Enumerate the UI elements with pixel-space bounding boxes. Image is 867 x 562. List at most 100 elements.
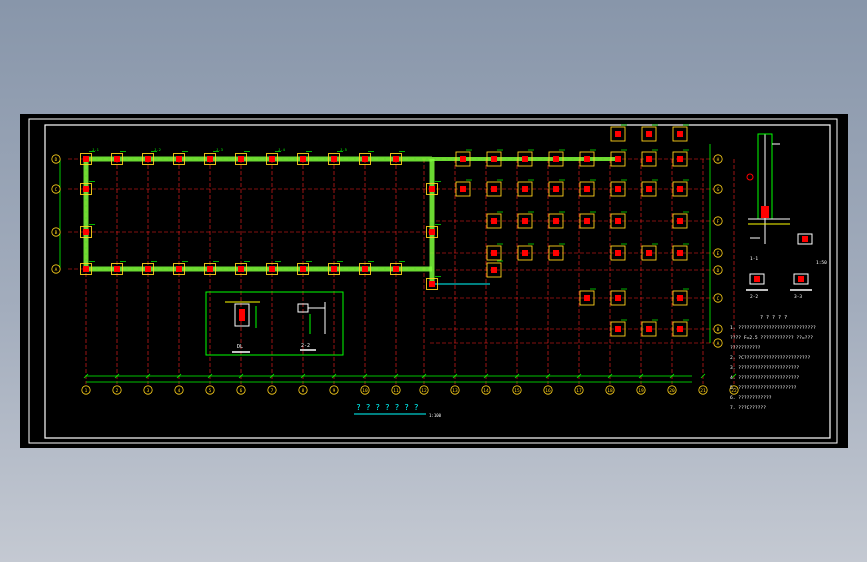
note-line-2: ???? F=2.5 ???????????? ??=??? bbox=[730, 335, 813, 341]
design-notes: ? ? ? ? ? 1. ???????????????????????????… bbox=[730, 315, 816, 411]
axis-label-bottom-12: 12 bbox=[421, 388, 427, 394]
axis-label-bottom-3: 3 bbox=[147, 388, 150, 394]
axis-label-left-3: B bbox=[55, 230, 58, 236]
axis-label-bottom-13: 13 bbox=[452, 388, 458, 394]
column-41 bbox=[615, 186, 621, 192]
column-28 bbox=[460, 156, 466, 162]
dimension-lines bbox=[59, 144, 737, 383]
axis-label-bottom-16: 16 bbox=[545, 388, 551, 394]
drawing-title: ? ? ? ? ? ? ? bbox=[356, 403, 419, 412]
section-label-3: 2-2 bbox=[750, 294, 758, 300]
column-13 bbox=[269, 156, 275, 162]
axis-label-right-7: B bbox=[717, 327, 720, 333]
footing-type-label-4: J-4 bbox=[278, 147, 286, 152]
note-line-4: 2. ?C???????????????????????? bbox=[730, 355, 810, 361]
drawing-title-block: ? ? ? ? ? ? ? 1:100 bbox=[354, 403, 442, 418]
cad-drawing[interactable]: 1 2 3 4 5 6 7 8 9 10 11 12 13 14 15 16 17 18 19 20 21 22DCBAH… bbox=[20, 114, 848, 448]
column-61 bbox=[646, 326, 652, 332]
column-22 bbox=[393, 266, 399, 272]
axis-label-right-6: C bbox=[717, 296, 720, 302]
axis-label-right-3: F bbox=[717, 219, 720, 225]
column-42 bbox=[646, 186, 652, 192]
axis-label-right-1: H bbox=[717, 157, 720, 163]
axis-label-bottom-4: 4 bbox=[178, 388, 181, 394]
column-34 bbox=[646, 156, 652, 162]
axis-label-bottom-5: 5 bbox=[209, 388, 212, 394]
column-2 bbox=[83, 266, 89, 272]
column-57 bbox=[584, 295, 590, 301]
note-line-8: 6. ???????????? bbox=[730, 395, 772, 401]
column-56 bbox=[491, 267, 497, 273]
column-19 bbox=[362, 156, 368, 162]
column-49 bbox=[677, 218, 683, 224]
column-10 bbox=[207, 266, 213, 272]
cad-viewport[interactable]: 1 2 3 4 5 6 7 8 9 10 11 12 13 14 15 16 17 18 19 20 21 22 D C B A H… bbox=[20, 114, 848, 448]
axis-label-bottom-15: 15 bbox=[514, 388, 520, 394]
note-line-1: 1. ???????????????????????????? bbox=[730, 325, 816, 331]
column-8 bbox=[176, 266, 182, 272]
column-31 bbox=[553, 156, 559, 162]
footing-type-label-2: J-2 bbox=[154, 147, 161, 152]
column-27 bbox=[429, 281, 435, 287]
column-64 bbox=[646, 131, 652, 137]
column-26 bbox=[429, 229, 435, 235]
section-label-1: 1-1 bbox=[750, 256, 758, 262]
axis-label-bottom-19: 19 bbox=[638, 388, 644, 394]
axis-label-bottom-2: 2 bbox=[116, 388, 119, 394]
column-33 bbox=[615, 156, 621, 162]
column-36 bbox=[460, 186, 466, 192]
column-21 bbox=[393, 156, 399, 162]
footing-type-label-1: J-1 bbox=[92, 147, 100, 152]
detail-label-b: 2-2 bbox=[301, 343, 310, 349]
column-17 bbox=[331, 156, 337, 162]
axis-label-bottom-21: 21 bbox=[700, 388, 706, 394]
detail-label-a: DL bbox=[237, 344, 243, 350]
column-53 bbox=[615, 250, 621, 256]
axis-label-right-2: G bbox=[717, 187, 720, 193]
column-59 bbox=[677, 295, 683, 301]
note-line-5: 3. ?????????????????????? bbox=[730, 365, 799, 371]
detail-box: DL 2-2 bbox=[205, 291, 344, 356]
column-50 bbox=[491, 250, 497, 256]
axis-label-bottom-6: 6 bbox=[240, 388, 243, 394]
footing-type-label-3: J-3 bbox=[216, 147, 223, 152]
axis-label-bottom-10: 10 bbox=[362, 388, 368, 394]
axis-label-left-1: D bbox=[55, 157, 58, 163]
axis-label-bottom-17: 17 bbox=[576, 388, 582, 394]
axis-label-right-5: D bbox=[717, 268, 720, 274]
foundation-walls bbox=[83, 156, 620, 285]
axis-label-bottom-11: 11 bbox=[393, 388, 399, 394]
column-43 bbox=[677, 186, 683, 192]
note-line-6: 4. ?????????????????????? bbox=[730, 375, 799, 381]
column-32 bbox=[584, 156, 590, 162]
axis-label-bottom-9: 9 bbox=[333, 388, 336, 394]
column-1 bbox=[83, 156, 89, 162]
section-label-4: 3-3 bbox=[794, 294, 802, 300]
axis-label-bottom-7: 7 bbox=[271, 388, 274, 394]
column-38 bbox=[522, 186, 528, 192]
column-20 bbox=[362, 266, 368, 272]
column-7 bbox=[176, 156, 182, 162]
column-62 bbox=[677, 326, 683, 332]
column-16 bbox=[300, 266, 306, 272]
axis-label-bottom-20: 20 bbox=[669, 388, 675, 394]
column-14 bbox=[269, 266, 275, 272]
column-9 bbox=[207, 156, 213, 162]
note-line-7: 5. ????????????????????? bbox=[730, 385, 797, 391]
column-12 bbox=[238, 266, 244, 272]
section-details: 1-1 1:50 2-2 3-3 bbox=[746, 133, 827, 300]
axis-label-bottom-8: 8 bbox=[302, 388, 305, 394]
column-37 bbox=[491, 186, 497, 192]
column-58 bbox=[615, 295, 621, 301]
column-44 bbox=[491, 218, 497, 224]
note-line-3: ??????????? bbox=[730, 345, 761, 351]
axis-label-bottom-18: 18 bbox=[607, 388, 613, 394]
column-4 bbox=[114, 266, 120, 272]
column-55 bbox=[677, 250, 683, 256]
column-54 bbox=[646, 250, 652, 256]
column-60 bbox=[615, 326, 621, 332]
column-51 bbox=[522, 250, 528, 256]
column-47 bbox=[584, 218, 590, 224]
note-line-9: 7. ???C?????? bbox=[730, 405, 766, 411]
column-48 bbox=[615, 218, 621, 224]
